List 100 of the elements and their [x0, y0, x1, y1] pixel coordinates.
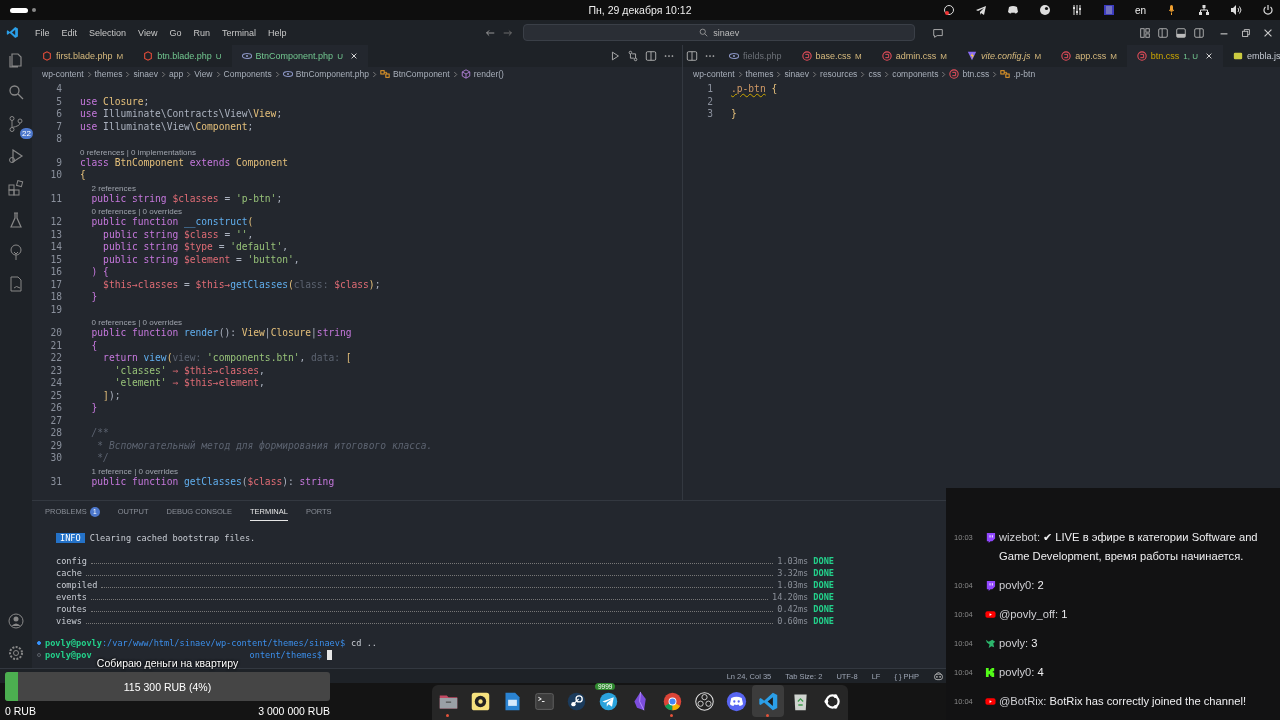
menu-item[interactable]: Selection [83, 27, 133, 38]
breadcrumb-item[interactable]: btn.css [962, 69, 990, 79]
breadcrumb-item[interactable]: themes [94, 69, 123, 79]
editor-tab[interactable]: vite.config.js M [956, 45, 1052, 67]
power-icon[interactable] [1262, 4, 1274, 16]
sidebar-toggle-icon[interactable] [1193, 26, 1205, 39]
chat-message: @povly_off: 1 [999, 607, 1068, 622]
layout-icon[interactable] [1139, 26, 1151, 39]
menu-item[interactable]: Help [261, 27, 293, 38]
menu-item[interactable]: Terminal [215, 27, 262, 38]
breadcrumb-item[interactable]: View [194, 69, 213, 79]
menu-item[interactable]: Go [163, 27, 188, 38]
editor-tab[interactable]: BtnComponent.php U [231, 45, 368, 67]
chat-message: wizebot: ✔ LIVE в эфире в категории Software and Game Development, время работы начинается. [999, 530, 1259, 564]
line-number: 7 [55, 120, 62, 133]
extensions-icon[interactable] [7, 179, 25, 197]
code-line: } [731, 108, 737, 121]
breadcrumb-item[interactable]: components [892, 69, 939, 79]
code-lens[interactable]: 2 references [91, 183, 136, 193]
line-number: 8 [55, 133, 62, 146]
line-number: 25 [49, 389, 62, 402]
network-icon[interactable] [1198, 4, 1210, 16]
line-number: 27 [49, 414, 62, 427]
chat-message: povly0: 4 [999, 665, 1044, 680]
css-file-icon [949, 69, 960, 79]
breadcrumb-item[interactable]: wp-content [693, 69, 735, 79]
clock[interactable]: Пн, 29 декабря 10:12 [588, 4, 692, 16]
breadcrumb-item[interactable]: Components [223, 69, 272, 79]
sidebar-toggle-icon[interactable] [1157, 26, 1169, 39]
close-icon[interactable] [349, 52, 358, 60]
editor-tab[interactable]: app.css M [1051, 45, 1127, 67]
keyboard-layout[interactable]: en [1134, 4, 1146, 16]
breadcrumb-item[interactable]: css [868, 69, 882, 79]
copilot-icon[interactable] [933, 670, 944, 682]
info-label: INFO [56, 533, 85, 543]
task-status: DONE [813, 567, 834, 579]
account-icon[interactable] [7, 612, 25, 630]
speech-bubble-icon [985, 580, 996, 591]
editor-tab[interactable]: admin.css M [871, 45, 957, 67]
code-editor-icon[interactable] [6, 26, 19, 39]
run-icon[interactable] [609, 50, 621, 62]
volume-icon[interactable] [1230, 4, 1242, 16]
task-name: cache [56, 567, 82, 579]
breadcrumb-item[interactable]: resources [820, 69, 858, 79]
code-lens[interactable]: 0 references | 0 overrides [91, 318, 183, 327]
restore-icon[interactable] [1240, 26, 1252, 39]
chevron-icon [941, 70, 947, 78]
line-number: 9 [55, 156, 62, 169]
php-file-icon [241, 51, 252, 61]
menu-item[interactable]: File [29, 27, 56, 38]
command-center-field[interactable]: sinaev [523, 24, 916, 41]
editor-tab[interactable]: first.blade.php M [32, 45, 134, 67]
record-icon[interactable] [942, 4, 955, 16]
close-icon[interactable] [1205, 52, 1213, 60]
php-file-icon [729, 51, 739, 61]
chevron-icon [86, 70, 92, 78]
editor-tab[interactable]: btn.blade.php U [133, 45, 232, 67]
breadcrumb-item[interactable]: BtnComponent [392, 69, 450, 79]
source-control-icon[interactable] [7, 115, 25, 133]
tab-label: fields.php [743, 51, 782, 61]
grid-icon[interactable] [1102, 4, 1115, 16]
workspace-indicator[interactable] [10, 7, 28, 13]
split-editor-icon[interactable] [645, 50, 657, 62]
run-debug-icon[interactable] [7, 147, 25, 165]
paper-plane-icon[interactable] [974, 4, 987, 16]
breadcrumb-item[interactable]: sinaev [133, 69, 159, 79]
breadcrumb-item[interactable]: .p-btn [1013, 69, 1036, 79]
code-line: } [90, 291, 98, 304]
task-status: DONE [813, 579, 834, 591]
menu-item[interactable]: Run [187, 27, 216, 38]
lightning-file-icon [966, 51, 977, 61]
equalizer-icon[interactable] [1070, 4, 1083, 16]
code-lens[interactable]: 0 references | 0 implementations [80, 147, 196, 157]
breadcrumb-item[interactable]: wp-content [42, 69, 84, 79]
css-file-icon [1061, 51, 1072, 61]
menu-item[interactable]: Edit [55, 27, 84, 38]
code-line: public function __construct( [90, 216, 254, 229]
code-lens[interactable]: 1 reference | 0 overrides [91, 466, 179, 476]
editor-tab[interactable]: embla.js [1223, 45, 1280, 67]
settings-icon[interactable] [7, 644, 25, 662]
task-duration: 0.60ms [777, 615, 809, 627]
breadcrumb-item[interactable]: sinaev [784, 69, 810, 79]
split-editor-icon[interactable] [686, 50, 698, 62]
breadcrumb-item[interactable]: render() [473, 69, 504, 79]
flask-icon[interactable] [7, 211, 25, 229]
compare-changes-icon[interactable] [627, 50, 639, 62]
editor-tab[interactable]: base.css M [791, 45, 872, 67]
search-icon[interactable] [7, 83, 25, 101]
prompt-path: :/var/www/html/sinaev/wp-content/themes/sinaev$ [101, 638, 346, 648]
prompt-user: povly@povly [45, 638, 102, 648]
files-icon[interactable] [7, 51, 25, 69]
code-lens[interactable]: 0 references | 0 overrides [91, 207, 183, 216]
breadcrumb-item[interactable]: BtnComponent.php [295, 69, 369, 79]
line-number: 22 [49, 352, 62, 365]
line-number: 20 [49, 327, 62, 340]
panel-toggle-icon[interactable] [1175, 26, 1187, 39]
breadcrumb-item[interactable]: themes [745, 69, 774, 79]
breadcrumb-item[interactable]: app [169, 69, 184, 79]
menu-item[interactable]: View [132, 27, 164, 38]
editor-tab[interactable]: btn.css 1, U [1126, 45, 1223, 67]
